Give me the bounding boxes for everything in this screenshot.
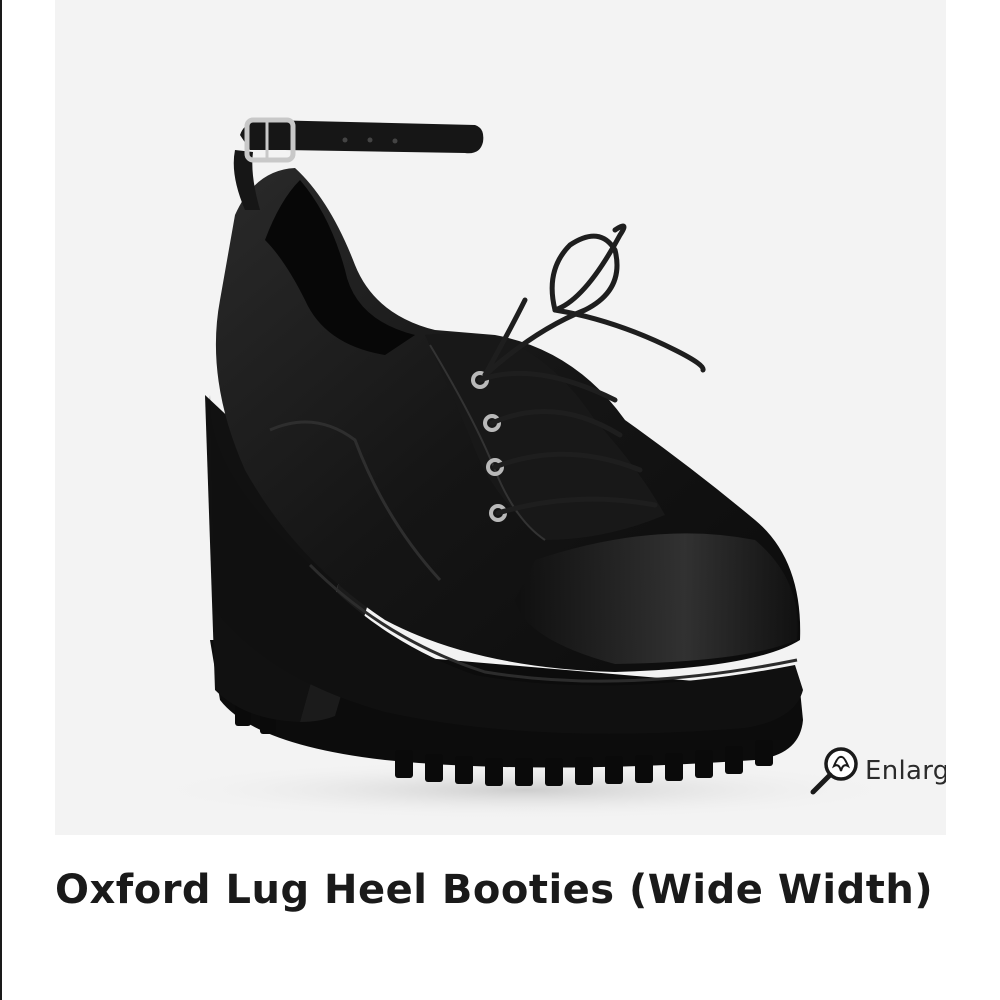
next-image-button[interactable] (935, 200, 946, 260)
magnifier-icon (810, 747, 858, 795)
chevron-right-icon (943, 207, 946, 253)
enlarge-label: Enlarge (865, 756, 946, 786)
left-border (0, 0, 2, 1000)
product-page: Enlarge Oxford Lug Heel Booties (Wide Wi… (0, 0, 1000, 1000)
enlarge-button[interactable]: Enlarge (807, 742, 946, 798)
product-title: Oxford Lug Heel Booties (Wide Width) (55, 867, 934, 913)
product-image-gallery[interactable]: Enlarge (55, 0, 946, 835)
product-image[interactable] (55, 0, 946, 835)
